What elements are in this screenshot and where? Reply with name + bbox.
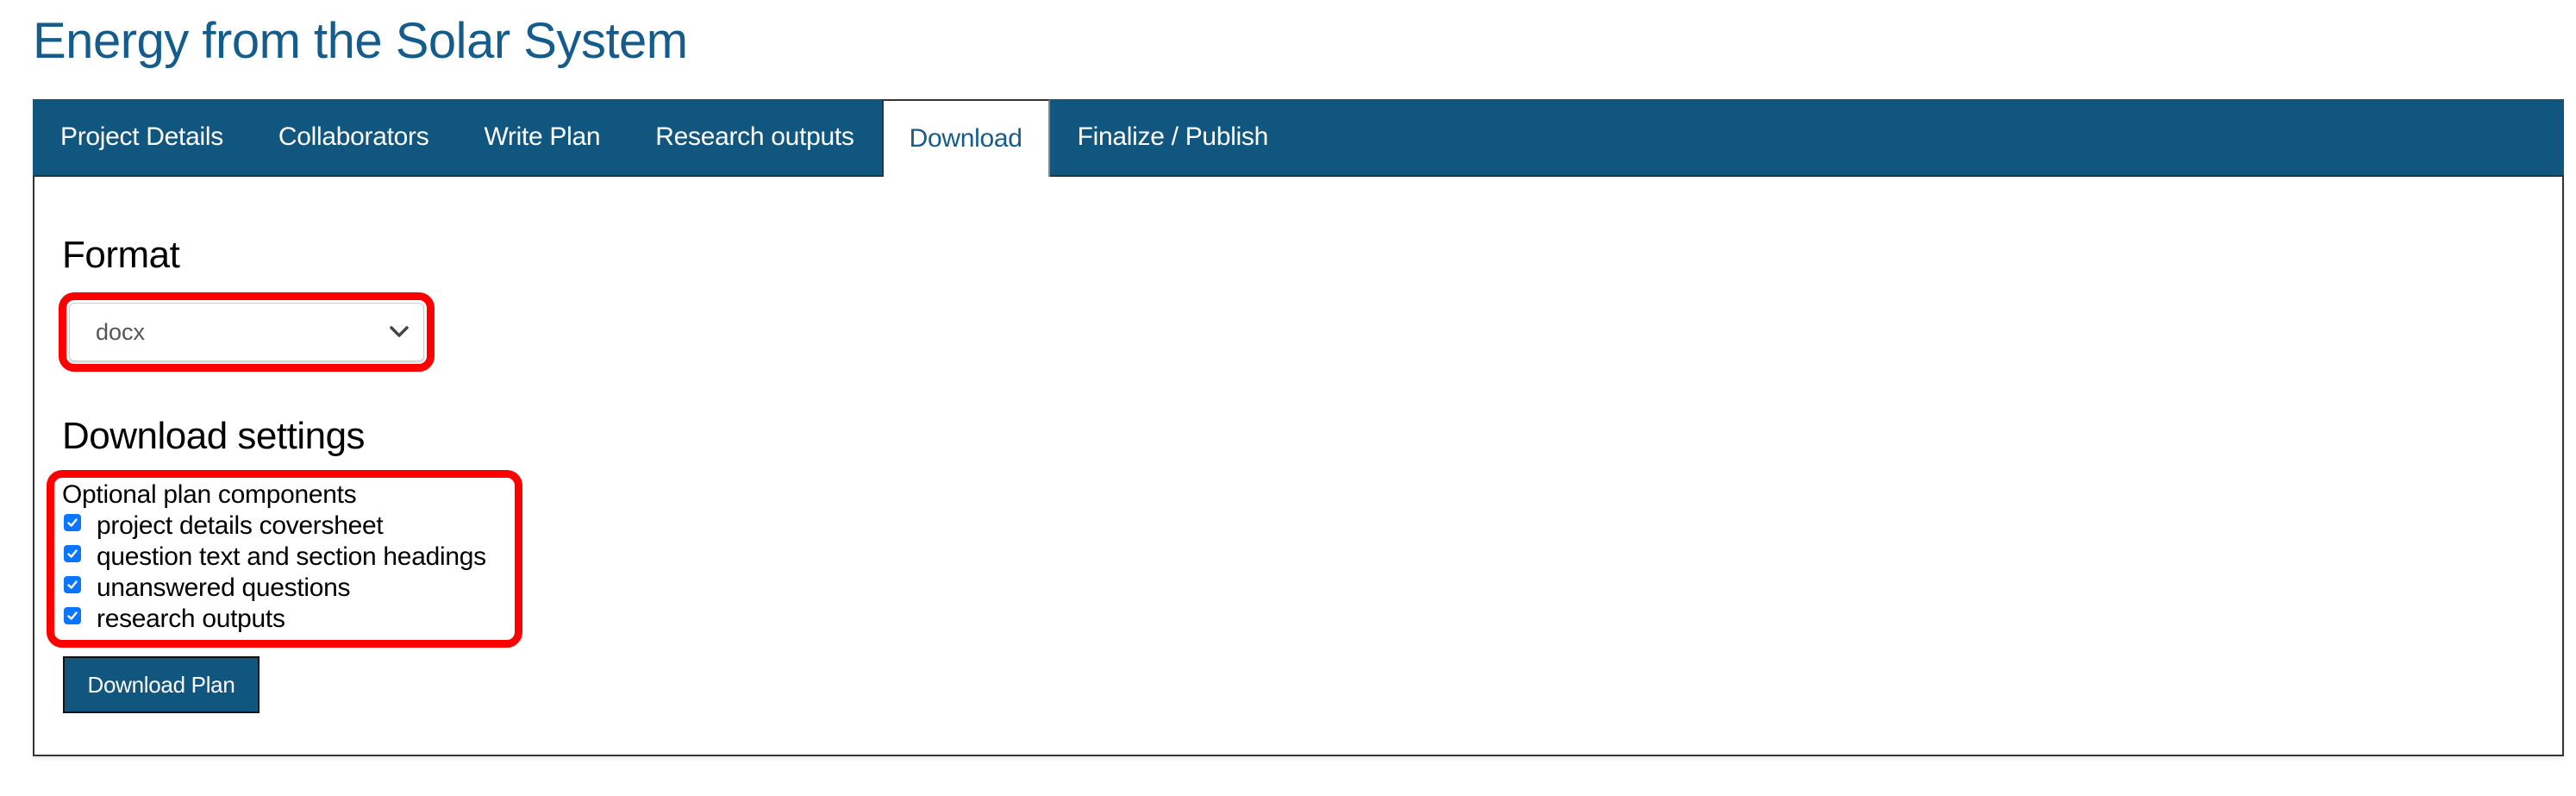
checkbox-research-outputs[interactable] bbox=[64, 607, 81, 624]
plan-tabs: Project Details Collaborators Write Plan… bbox=[33, 99, 2564, 177]
tab-download[interactable]: Download bbox=[881, 99, 1050, 177]
option-question-text[interactable]: question text and section headings bbox=[62, 542, 486, 573]
download-settings-heading: Download settings bbox=[62, 415, 366, 457]
checkbox-question-text[interactable] bbox=[64, 545, 81, 562]
checkmark-icon bbox=[67, 611, 78, 620]
option-unanswered[interactable]: unanswered questions bbox=[62, 573, 486, 604]
checkmark-icon bbox=[67, 549, 78, 558]
checkbox-coversheet[interactable] bbox=[64, 514, 81, 531]
format-heading: Format bbox=[62, 234, 180, 276]
format-select-value: docx bbox=[96, 318, 146, 345]
optional-components-group: Optional plan components project details… bbox=[62, 479, 486, 635]
page-title: Energy from the Solar System bbox=[33, 13, 688, 69]
option-label: unanswered questions bbox=[97, 573, 351, 602]
chevron-down-icon bbox=[387, 323, 411, 341]
option-coversheet[interactable]: project details coversheet bbox=[62, 511, 486, 542]
checkmark-icon bbox=[67, 580, 78, 589]
optional-components-legend: Optional plan components bbox=[62, 480, 357, 509]
format-select[interactable]: docx bbox=[69, 303, 424, 361]
tab-write-plan[interactable]: Write Plan bbox=[456, 99, 628, 175]
checkbox-unanswered[interactable] bbox=[64, 576, 81, 593]
option-label: project details coversheet bbox=[97, 511, 384, 540]
download-plan-button[interactable]: Download Plan bbox=[63, 656, 259, 713]
download-panel: Format docx Download settings Optional p… bbox=[33, 177, 2564, 756]
option-label: question text and section headings bbox=[97, 542, 486, 571]
checkmark-icon bbox=[67, 518, 78, 527]
tab-project-details[interactable]: Project Details bbox=[33, 99, 251, 175]
tab-finalize-publish[interactable]: Finalize / Publish bbox=[1050, 99, 1296, 175]
option-label: research outputs bbox=[97, 605, 285, 633]
tab-research-outputs[interactable]: Research outputs bbox=[628, 99, 881, 175]
option-research-outputs[interactable]: research outputs bbox=[62, 604, 486, 635]
tab-collaborators[interactable]: Collaborators bbox=[251, 99, 457, 175]
